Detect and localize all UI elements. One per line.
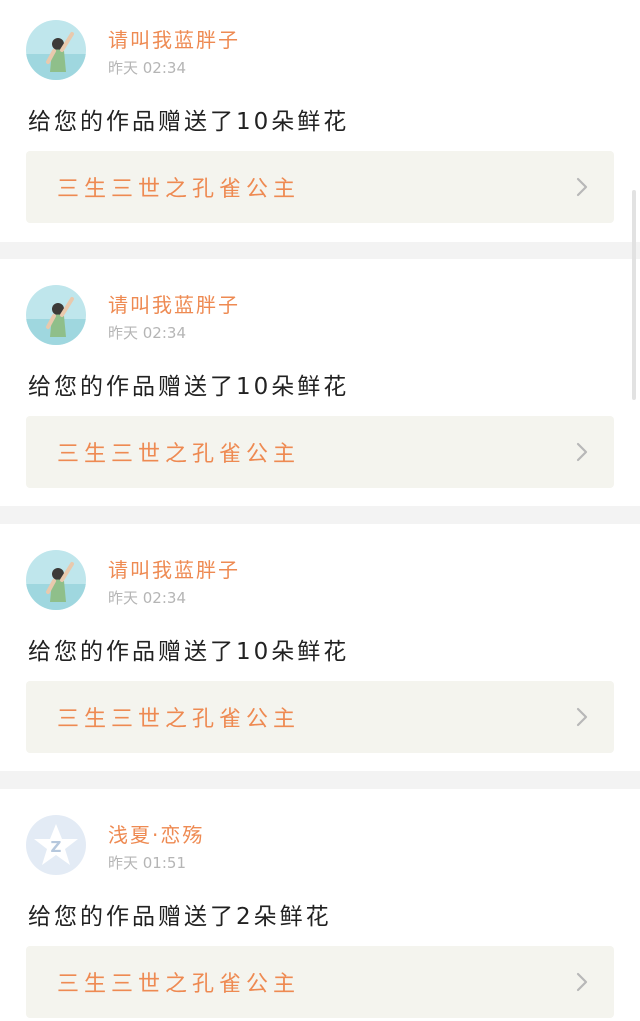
timestamp: 昨天 02:34 [108, 324, 186, 342]
chevron-right-icon [576, 177, 588, 197]
chevron-right-icon [576, 442, 588, 462]
notification-card: 请叫我蓝胖子 昨天 02:34 给您的作品赠送了10朵鲜花 三生三世之孔雀公主 [0, 0, 640, 242]
beach-girl-avatar-icon [26, 285, 86, 345]
work-link-button[interactable]: 三生三世之孔雀公主 [26, 946, 614, 1018]
username[interactable]: 浅夏·恋殇 [108, 819, 204, 848]
svg-text:Z: Z [51, 838, 62, 856]
username[interactable]: 请叫我蓝胖子 [108, 24, 240, 53]
work-title: 三生三世之孔雀公主 [57, 442, 301, 467]
notification-card: 请叫我蓝胖子 昨天 02:34 给您的作品赠送了10朵鲜花 三生三世之孔雀公主 [0, 524, 640, 771]
beach-girl-avatar-icon [26, 550, 86, 610]
chevron-right-icon [576, 707, 588, 727]
notification-card: Z 浅夏·恋殇 昨天 01:51 给您的作品赠送了2朵鲜花 三生三世之孔雀公主 [0, 789, 640, 1021]
work-link-button[interactable]: 三生三世之孔雀公主 [26, 681, 614, 753]
username[interactable]: 请叫我蓝胖子 [108, 289, 240, 318]
timestamp: 昨天 01:51 [108, 854, 186, 872]
gift-message: 给您的作品赠送了10朵鲜花 [28, 639, 350, 665]
work-link-button[interactable]: 三生三世之孔雀公主 [26, 151, 614, 223]
user-avatar[interactable] [26, 550, 86, 610]
work-title: 三生三世之孔雀公主 [57, 177, 301, 202]
work-title: 三生三世之孔雀公主 [57, 972, 301, 997]
user-avatar[interactable] [26, 285, 86, 345]
beach-girl-avatar-icon [26, 20, 86, 80]
user-avatar[interactable]: Z [26, 815, 86, 875]
notification-feed: 请叫我蓝胖子 昨天 02:34 给您的作品赠送了10朵鲜花 三生三世之孔雀公主 … [0, 0, 640, 1021]
user-avatar[interactable] [26, 20, 86, 80]
gift-message: 给您的作品赠送了10朵鲜花 [28, 374, 350, 400]
timestamp: 昨天 02:34 [108, 59, 186, 77]
work-title: 三生三世之孔雀公主 [57, 707, 301, 732]
default-star-avatar-icon: Z [26, 815, 86, 875]
notification-card: 请叫我蓝胖子 昨天 02:34 给您的作品赠送了10朵鲜花 三生三世之孔雀公主 [0, 259, 640, 506]
gift-message: 给您的作品赠送了10朵鲜花 [28, 109, 350, 135]
username[interactable]: 请叫我蓝胖子 [108, 554, 240, 583]
gift-message: 给您的作品赠送了2朵鲜花 [28, 904, 332, 930]
chevron-right-icon [576, 972, 588, 992]
work-link-button[interactable]: 三生三世之孔雀公主 [26, 416, 614, 488]
scrollbar[interactable] [632, 190, 636, 400]
timestamp: 昨天 02:34 [108, 589, 186, 607]
